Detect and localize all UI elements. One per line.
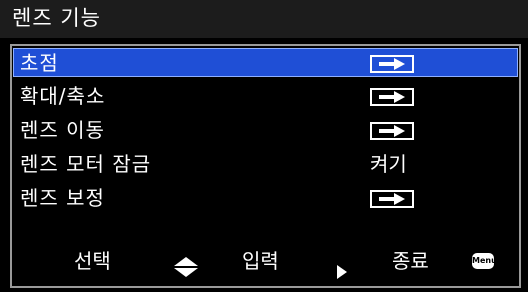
submenu-arrow-icon[interactable] (370, 88, 414, 106)
menu-title: 렌즈 기능 (0, 0, 528, 38)
menu-item-label: 확대/축소 (20, 84, 106, 108)
lens-motor-lock-value[interactable]: 켜기 (370, 150, 407, 179)
menu-key-icon: Menu (472, 253, 497, 269)
lens-function-panel: 초점 확대/축소 렌즈 이동 렌즈 모터 잠금 켜기 렌즈 보정 선택 입력 종… (10, 44, 521, 288)
submenu-arrow-icon[interactable] (370, 122, 414, 140)
menu-item-label: 렌즈 모터 잠금 (20, 152, 152, 176)
menu-item-label: 렌즈 보정 (20, 186, 105, 210)
menu-item-lens-motor-lock[interactable]: 렌즈 모터 잠금 켜기 (14, 150, 517, 179)
menu-item-zoom[interactable]: 확대/축소 (14, 82, 517, 111)
enter-label: 입력 (242, 249, 279, 273)
menu-item-label: 초점 (20, 51, 59, 75)
exit-label: 종료 (392, 249, 429, 273)
menu-item-lens-calibration[interactable]: 렌즈 보정 (14, 184, 517, 213)
menu-item-focus[interactable]: 초점 (13, 48, 518, 77)
submenu-arrow-icon[interactable] (370, 190, 414, 208)
right-triangle-icon (336, 254, 348, 292)
key-guide-footer: 선택 입력 종료 Menu (12, 242, 519, 280)
osd-screen: 렌즈 기능 초점 확대/축소 렌즈 이동 렌즈 모터 잠금 켜기 렌즈 보정 선… (0, 0, 528, 288)
submenu-arrow-icon[interactable] (370, 55, 414, 73)
menu-item-lens-shift[interactable]: 렌즈 이동 (14, 116, 517, 145)
right-arrow-icon (379, 125, 405, 137)
select-label: 선택 (74, 249, 111, 273)
right-arrow-icon (379, 58, 405, 70)
right-arrow-icon (379, 91, 405, 103)
up-down-arrows-icon (172, 252, 200, 290)
menu-item-label: 렌즈 이동 (20, 118, 105, 142)
right-arrow-icon (379, 193, 405, 205)
